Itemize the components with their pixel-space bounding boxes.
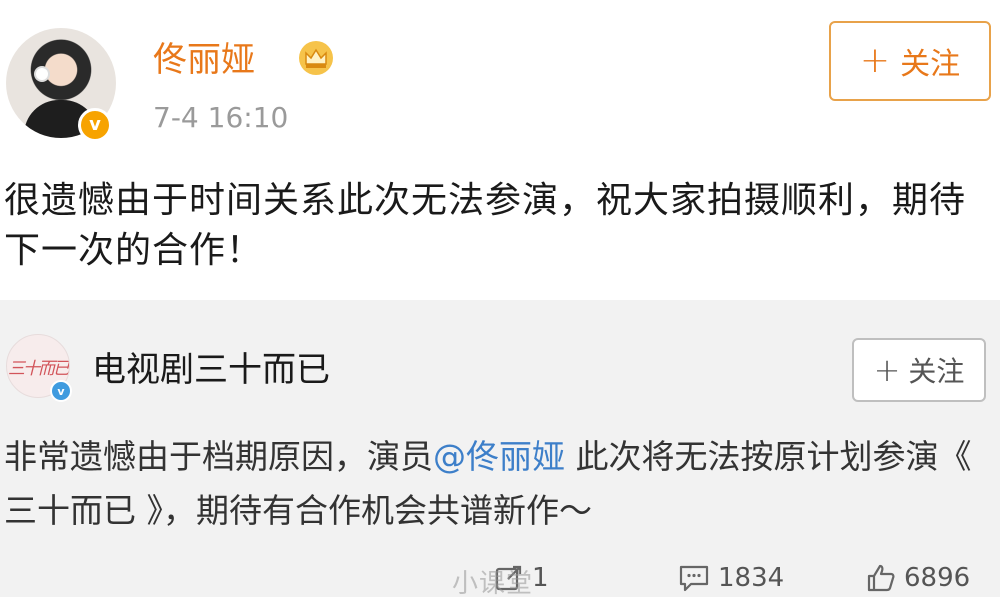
- post-text: 很遗憾由于时间关系此次无法参演，祝大家拍摄顺利，期待下一次的合作！: [4, 180, 967, 271]
- plus-icon: +: [859, 40, 891, 81]
- repost-count: 1: [532, 562, 549, 593]
- post-time: 7-4 16:10: [153, 101, 289, 134]
- crown-icon: [297, 39, 335, 77]
- plus-icon: +: [873, 351, 901, 389]
- author-name[interactable]: 佟丽娅: [153, 38, 255, 82]
- repost-text: 非常遗憾由于档期原因，演员@佟丽娅 此次将无法按原计划参演《 三十而已 》，期待…: [4, 430, 994, 538]
- watermark-text: 小课堂: [452, 569, 534, 597]
- thumbs-up-icon: [867, 564, 895, 591]
- follow-label: 关注: [900, 47, 961, 82]
- mention-link[interactable]: @佟丽娅: [433, 437, 565, 476]
- weibo-post: v 佟丽娅 7-4 16:10 + 关注 很遗憾由于时间关系此次无法参演，祝大家…: [0, 0, 1000, 300]
- like-count: 6896: [904, 562, 971, 593]
- avatar-flower: [36, 68, 48, 80]
- comment-icon: [679, 565, 709, 591]
- reposted-card[interactable]: 三十而已 v 电视剧三十而已 + 关注 非常遗憾由于档期原因，演员@佟丽娅 此次…: [0, 300, 1000, 597]
- repost-author-name[interactable]: 电视剧三十而已: [92, 348, 330, 392]
- like-button[interactable]: 6896: [866, 558, 970, 597]
- verified-badge-icon: v: [78, 108, 112, 142]
- repost-text-before: 非常遗憾由于档期原因，演员: [4, 437, 433, 476]
- repost-follow-button[interactable]: + 关注: [852, 338, 986, 402]
- follow-button[interactable]: + 关注: [829, 21, 991, 101]
- avatar-logo-text: 三十而已: [8, 358, 69, 379]
- blue-verified-badge-icon: v: [50, 380, 72, 402]
- comment-count: 1834: [718, 562, 785, 593]
- comment-button[interactable]: 1834: [678, 558, 784, 597]
- follow-label: 关注: [908, 355, 965, 388]
